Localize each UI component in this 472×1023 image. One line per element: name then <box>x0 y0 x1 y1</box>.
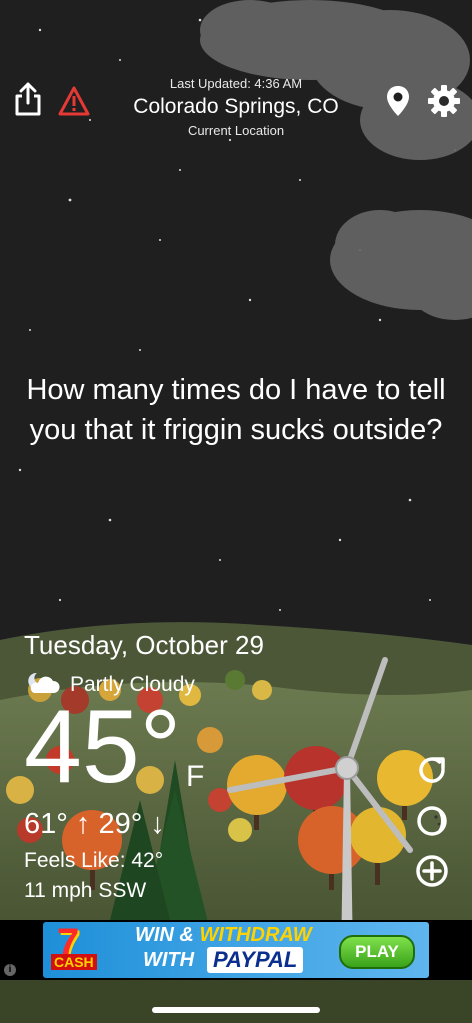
ad-banner[interactable]: 7 CASH WIN & WITHDRAW WITH PAYPAL PLAY <box>43 922 429 978</box>
moon-phase-icon[interactable] <box>414 803 450 839</box>
ad-logo-cash: CASH <box>51 954 97 970</box>
ad-info-icon[interactable]: i <box>4 964 16 976</box>
ad-headline-1a: WIN & <box>135 924 194 946</box>
forecast-date: Tuesday, October 29 <box>24 630 264 660</box>
top-bar: Last Updated: 4:36 AM Colorado Springs, … <box>0 0 472 150</box>
location-pin-icon[interactable] <box>384 84 412 118</box>
last-updated: Last Updated: 4:36 AM <box>169 76 303 91</box>
wind-speed: 11 mph SSW <box>24 879 147 902</box>
current-temperature: 45° <box>24 689 182 805</box>
home-indicator[interactable] <box>152 1007 320 1013</box>
share-icon[interactable] <box>12 80 44 118</box>
add-icon[interactable] <box>414 853 450 889</box>
ad-headline-2: WITH <box>143 949 195 971</box>
city-name: Colorado Springs, CO <box>133 95 339 118</box>
gear-icon[interactable] <box>426 84 462 118</box>
snarky-message: How many times do I have to tell you tha… <box>26 374 446 446</box>
weather-summary: Tuesday, October 29 Partly Cloudy 45° F … <box>24 630 324 903</box>
ad-play-button[interactable]: PLAY <box>339 935 415 969</box>
ad-headline-1b: WITHDRAW <box>199 924 312 946</box>
current-location-label: Current Location <box>187 123 285 138</box>
ad-headline-1: WIN & WITHDRAW <box>135 924 312 947</box>
alert-icon[interactable] <box>56 84 92 118</box>
refresh-icon[interactable] <box>414 752 450 788</box>
temperature-unit: F <box>186 760 205 793</box>
ad-paypal-logo: PAYPAL <box>207 947 304 973</box>
temperature-row: 45° F <box>24 692 324 812</box>
location-header[interactable]: Last Updated: 4:36 AM Colorado Springs, … <box>96 76 376 138</box>
ad-banner-area: i 7 CASH WIN & WITHDRAW WITH PAYPAL PLAY <box>0 920 472 980</box>
feels-like: Feels Like: 42° <box>24 849 164 872</box>
hi-lo-temperature: 61° ↑ 29° ↓ <box>24 808 165 840</box>
